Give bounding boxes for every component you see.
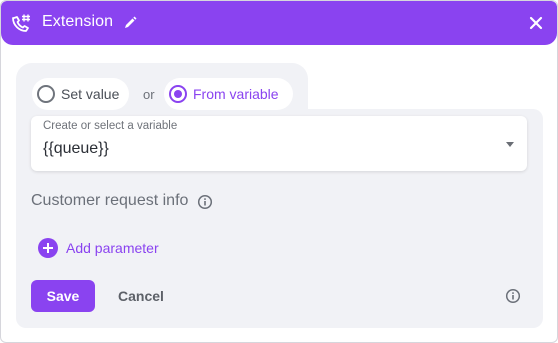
set-value-label: Set value	[61, 86, 120, 102]
save-button[interactable]: Save	[31, 280, 95, 312]
variable-select-label: Create or select a variable	[43, 120, 178, 132]
extension-dialog: Extension Set value or From variable Cre…	[0, 0, 558, 343]
dialog-title: Extension	[42, 13, 114, 30]
pencil-icon[interactable]	[123, 16, 137, 30]
customer-request-title: Customer request info	[31, 192, 189, 209]
cancel-button[interactable]: Cancel	[109, 280, 173, 312]
set-value-option[interactable]: Set value	[32, 78, 129, 110]
add-parameter-button[interactable]: Add parameter	[38, 237, 159, 259]
plus-icon	[38, 238, 58, 258]
radio-unchecked[interactable]	[37, 85, 55, 103]
from-variable-option[interactable]: From variable	[164, 78, 293, 110]
dialog-header: Extension	[1, 1, 557, 45]
close-icon[interactable]	[529, 16, 543, 30]
or-separator: or	[143, 87, 155, 102]
add-parameter-label: Add parameter	[66, 240, 159, 256]
caret-down-icon[interactable]	[504, 138, 516, 150]
info-icon[interactable]	[505, 288, 521, 304]
phone-hash-icon	[12, 14, 30, 32]
from-variable-label: From variable	[193, 86, 279, 102]
info-icon[interactable]	[197, 194, 213, 210]
radio-checked[interactable]	[169, 85, 187, 103]
variable-select[interactable]: Create or select a variable {{queue}}	[31, 116, 527, 171]
variable-select-value: {{queue}}	[43, 140, 109, 157]
